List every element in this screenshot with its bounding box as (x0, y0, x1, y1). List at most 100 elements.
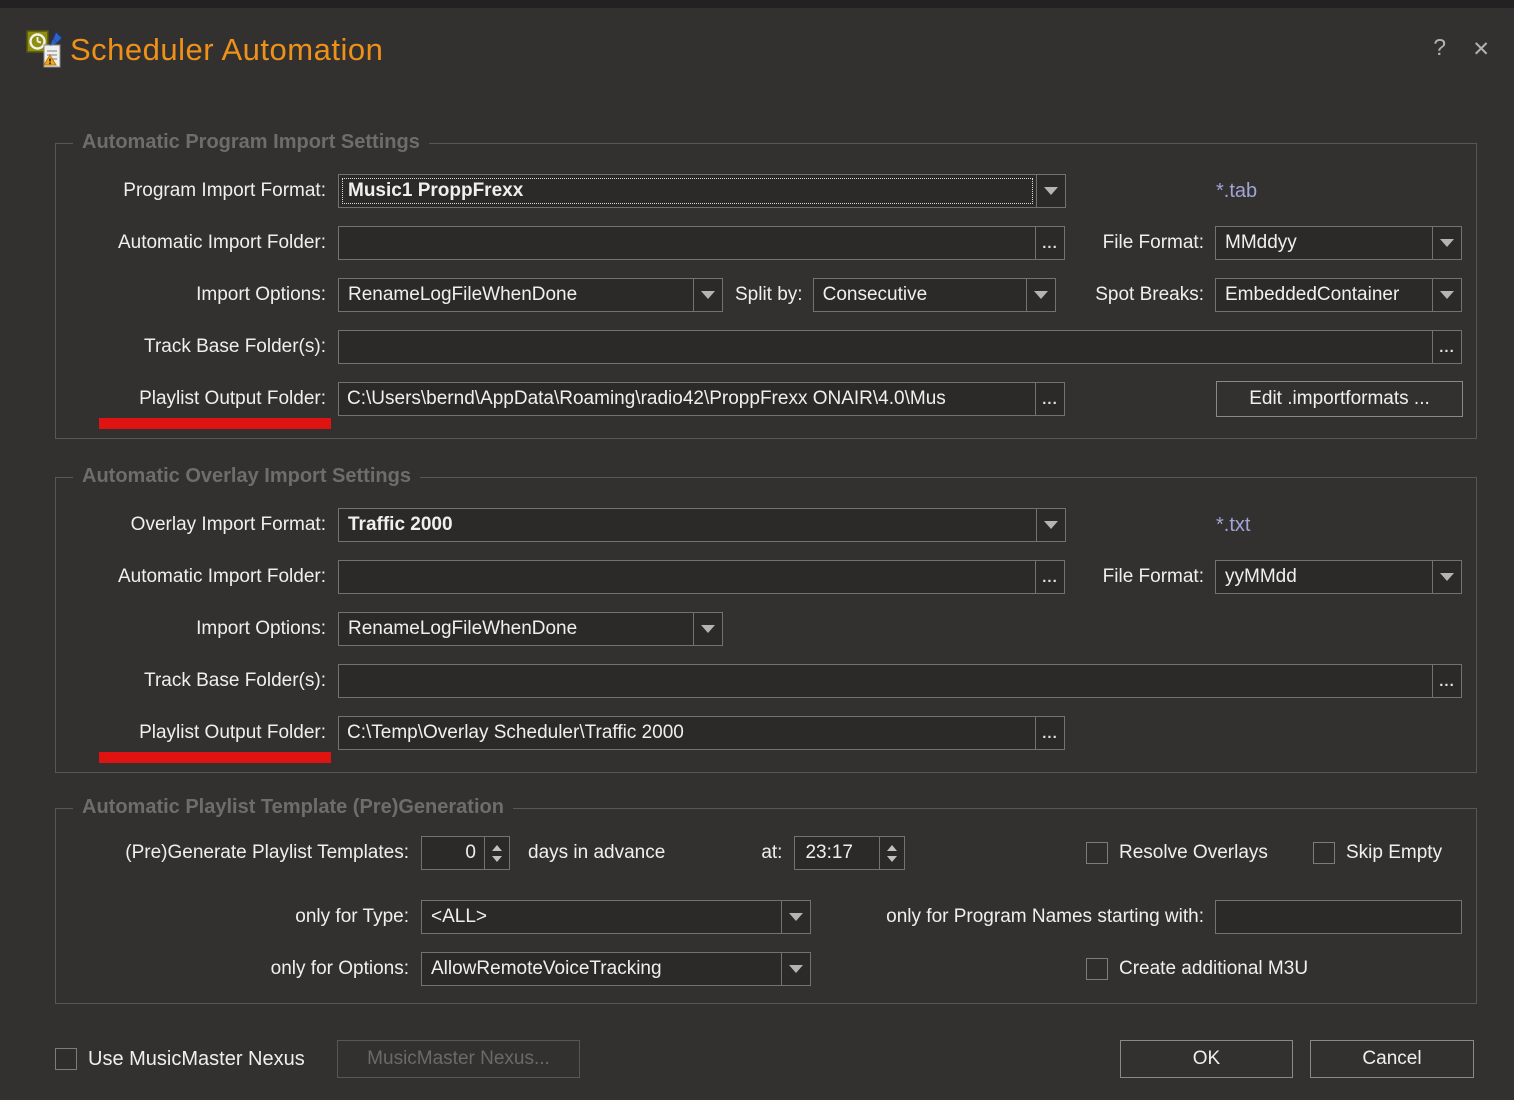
program-track-base-browse-button[interactable]: ... (1432, 330, 1462, 364)
time-value[interactable]: 23:17 (794, 836, 880, 870)
program-track-base-input[interactable] (338, 330, 1433, 364)
overlay-output-folder-input[interactable]: C:\Temp\Overlay Scheduler\Traffic 2000 (338, 716, 1036, 750)
overlay-file-format-value[interactable]: yyMMdd (1216, 561, 1432, 593)
chevron-down-icon (789, 913, 803, 921)
overlay-output-folder-row: Playlist Output Folder: C:\Temp\Overlay … (56, 716, 1476, 750)
split-by-combobox[interactable]: Consecutive (813, 278, 1056, 312)
only-for-type-dropdown-button[interactable] (781, 901, 810, 933)
only-for-options-dropdown-button[interactable] (781, 953, 810, 985)
overlay-import-options-combobox[interactable]: RenameLogFileWhenDone (338, 612, 723, 646)
program-file-format-value[interactable]: MMddyy (1216, 227, 1432, 259)
create-m3u-label: Create additional M3U (1119, 958, 1308, 980)
program-output-folder-browse-button[interactable]: ... (1035, 382, 1065, 416)
overlay-import-format-value[interactable]: Traffic 2000 (339, 509, 1036, 541)
program-import-group-title: Automatic Program Import Settings (73, 131, 429, 154)
close-button[interactable]: ✕ (1472, 39, 1490, 60)
spinner-down-icon (492, 856, 502, 862)
program-track-base-label: Track Base Folder(s): (56, 336, 326, 358)
program-import-options-value[interactable]: RenameLogFileWhenDone (339, 279, 693, 311)
scheduler-automation-dialog: Scheduler Automation ? ✕ Automatic Progr… (0, 0, 1514, 1100)
days-in-advance-stepper[interactable]: 0 (421, 836, 510, 870)
overlay-import-format-dropdown-button[interactable] (1036, 509, 1065, 541)
chevron-down-icon (789, 965, 803, 973)
create-m3u-checkbox[interactable] (1086, 958, 1108, 980)
program-names-cluster: only for Program Names starting with: (886, 900, 1462, 934)
spot-breaks-dropdown-button[interactable] (1432, 279, 1461, 311)
use-nexus-checkbox[interactable] (55, 1048, 77, 1070)
program-import-options-label: Import Options: (56, 284, 326, 306)
program-import-options-row: Import Options: RenameLogFileWhenDone Sp… (56, 278, 1476, 312)
program-file-format-combobox[interactable]: MMddyy (1215, 226, 1462, 260)
time-stepper-buttons[interactable] (879, 836, 905, 870)
skip-empty-checkbox[interactable] (1313, 842, 1335, 864)
only-for-type-value[interactable]: <ALL> (422, 901, 781, 933)
template-generation-group-title: Automatic Playlist Template (Pre)Generat… (73, 796, 513, 819)
days-in-advance-value[interactable]: 0 (421, 836, 485, 870)
only-for-options-value[interactable]: AllowRemoteVoiceTracking (422, 953, 781, 985)
chevron-down-icon (1034, 291, 1048, 299)
overlay-auto-folder-input[interactable] (338, 560, 1036, 594)
overlay-track-base-browse-button[interactable]: ... (1432, 664, 1462, 698)
pregenerate-row: (Pre)Generate Playlist Templates: 0 days… (56, 836, 1476, 870)
program-file-format-dropdown-button[interactable] (1432, 227, 1461, 259)
dialog-title: Scheduler Automation (70, 32, 383, 68)
program-auto-folder-browse-button[interactable]: ... (1035, 226, 1065, 260)
program-auto-folder-input[interactable] (338, 226, 1036, 260)
program-import-format-dropdown-button[interactable] (1036, 175, 1065, 207)
overlay-file-format-dropdown-button[interactable] (1432, 561, 1461, 593)
time-stepper[interactable]: 23:17 (794, 836, 905, 870)
pregenerate-label: (Pre)Generate Playlist Templates: (56, 842, 409, 864)
program-output-folder-input[interactable]: C:\Users\bernd\AppData\Roaming\radio42\P… (338, 382, 1036, 416)
overlay-import-options-row: Import Options: RenameLogFileWhenDone (56, 612, 1476, 646)
overlay-file-format-label: File Format: (1103, 566, 1204, 588)
overlay-track-base-row: Track Base Folder(s): ... (56, 664, 1476, 698)
help-button[interactable]: ? (1433, 36, 1446, 59)
spot-breaks-label: Spot Breaks: (1095, 284, 1204, 306)
skip-empty-label: Skip Empty (1346, 842, 1442, 864)
overlay-import-options-dropdown-button[interactable] (693, 613, 722, 645)
overlay-file-format-combobox[interactable]: yyMMdd (1215, 560, 1462, 594)
program-file-format-label: File Format: (1103, 232, 1204, 254)
overlay-track-base-label: Track Base Folder(s): (56, 670, 326, 692)
edit-importformats-button[interactable]: Edit .importformats ... (1216, 381, 1463, 417)
program-names-input[interactable] (1215, 900, 1462, 934)
chevron-down-icon (701, 625, 715, 633)
program-import-format-value[interactable]: Music1 ProppFrexx (339, 175, 1036, 207)
resolve-overlays-label: Resolve Overlays (1119, 842, 1268, 864)
scheduler-automation-icon (26, 30, 64, 70)
overlay-import-group-title: Automatic Overlay Import Settings (73, 465, 420, 488)
overlay-import-format-row: Overlay Import Format: Traffic 2000 *.tx… (56, 508, 1476, 542)
program-import-options-combobox[interactable]: RenameLogFileWhenDone (338, 278, 723, 312)
titlebar-edge (0, 0, 1514, 8)
overlay-import-group: Automatic Overlay Import Settings Overla… (55, 477, 1477, 773)
program-track-base-row: Track Base Folder(s): ... (56, 330, 1476, 364)
overlay-track-base-input[interactable] (338, 664, 1433, 698)
spot-breaks-value[interactable]: EmbeddedContainer (1216, 279, 1432, 311)
overlay-file-format-cluster: File Format: yyMMdd (1103, 560, 1462, 594)
spinner-up-icon (887, 845, 897, 851)
days-stepper-buttons[interactable] (484, 836, 510, 870)
program-auto-folder-row: Automatic Import Folder: ... File Format… (56, 226, 1476, 260)
program-output-folder-underline (99, 418, 331, 429)
program-file-format-cluster: File Format: MMddyy (1103, 226, 1462, 260)
split-by-dropdown-button[interactable] (1026, 279, 1055, 311)
cancel-button[interactable]: Cancel (1310, 1040, 1474, 1078)
only-for-type-combobox[interactable]: <ALL> (421, 900, 811, 934)
overlay-import-format-combobox[interactable]: Traffic 2000 (338, 508, 1066, 542)
split-by-value[interactable]: Consecutive (814, 279, 1026, 311)
use-nexus-option: Use MusicMaster Nexus (55, 1040, 305, 1078)
overlay-auto-folder-row: Automatic Import Folder: ... File Format… (56, 560, 1476, 594)
program-import-format-combobox[interactable]: Music1 ProppFrexx (338, 174, 1066, 208)
overlay-auto-folder-browse-button[interactable]: ... (1035, 560, 1065, 594)
program-output-folder-row: Playlist Output Folder: C:\Users\bernd\A… (56, 382, 1476, 416)
program-import-options-dropdown-button[interactable] (693, 279, 722, 311)
program-import-format-label: Program Import Format: (56, 180, 326, 202)
only-for-options-combobox[interactable]: AllowRemoteVoiceTracking (421, 952, 811, 986)
spot-breaks-combobox[interactable]: EmbeddedContainer (1215, 278, 1462, 312)
overlay-output-folder-browse-button[interactable]: ... (1035, 716, 1065, 750)
overlay-auto-folder-label: Automatic Import Folder: (56, 566, 326, 588)
ok-button[interactable]: OK (1120, 1040, 1293, 1078)
resolve-overlays-checkbox[interactable] (1086, 842, 1108, 864)
overlay-import-options-value[interactable]: RenameLogFileWhenDone (339, 613, 693, 645)
chevron-down-icon (1044, 187, 1058, 195)
